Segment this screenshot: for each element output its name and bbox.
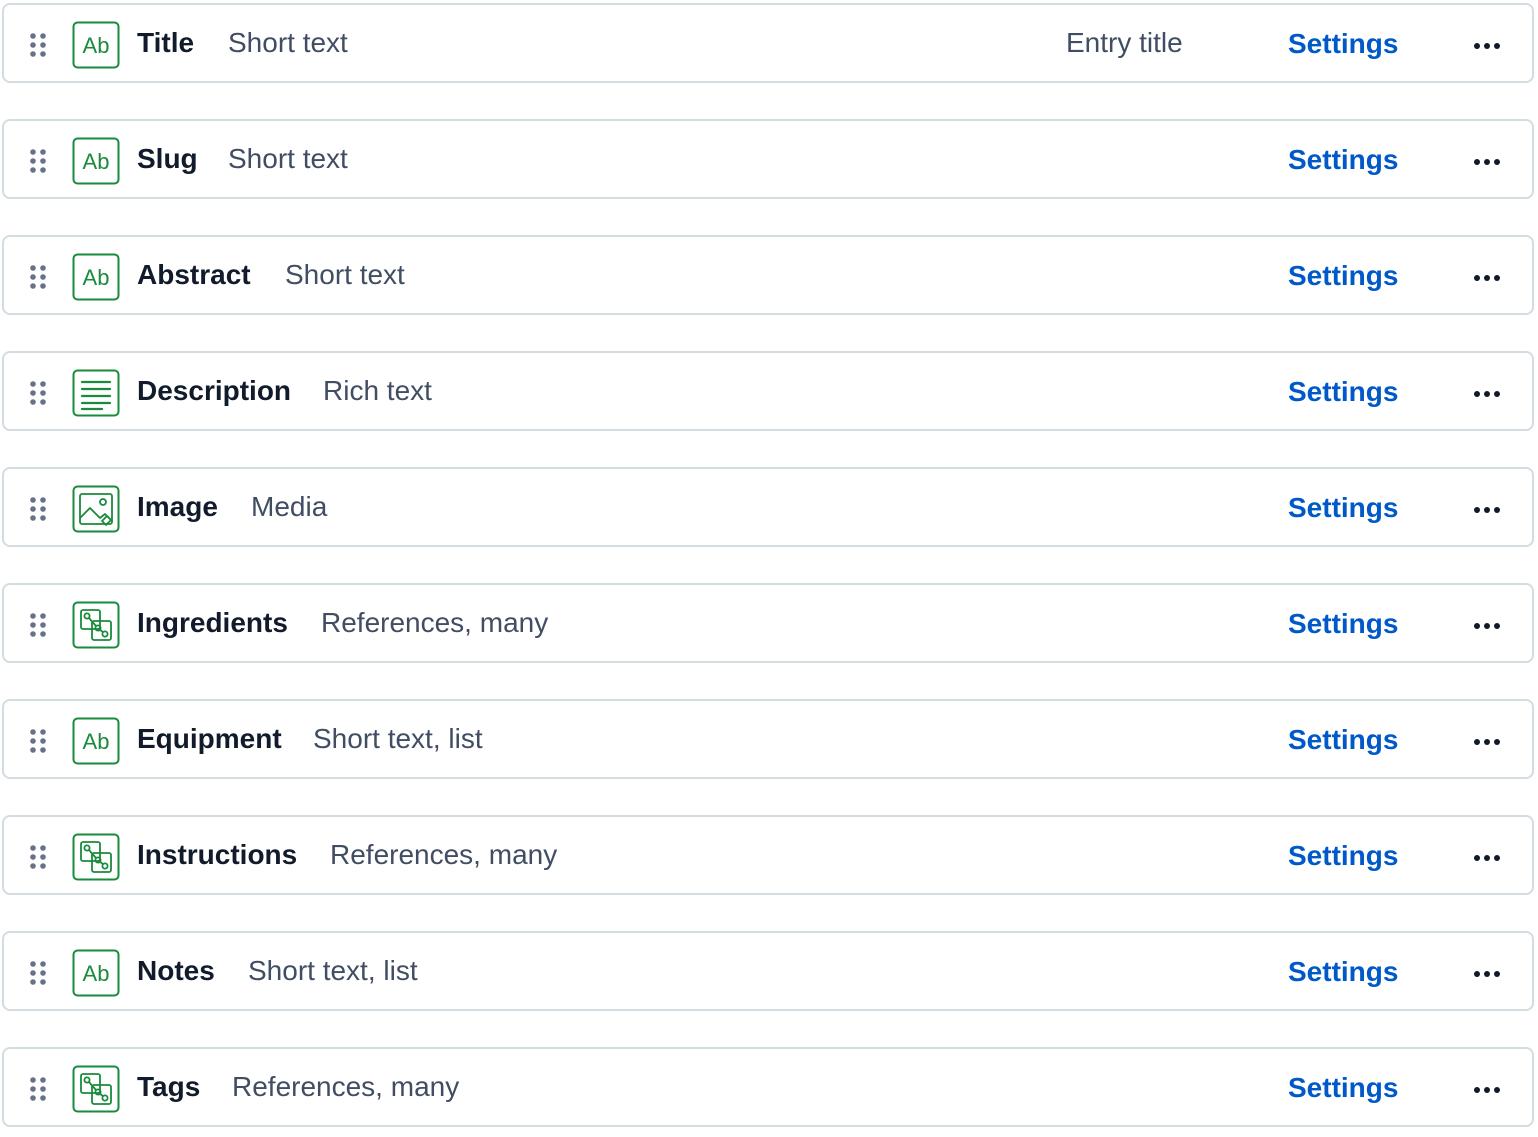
svg-text:Ab: Ab	[83, 961, 110, 986]
field-row-equipment[interactable]: Ab Equipment Short text, list Settings	[2, 699, 1534, 779]
drag-handle-icon[interactable]	[28, 148, 48, 174]
field-row-notes[interactable]: Ab Notes Short text, list Settings	[2, 931, 1534, 1011]
settings-button[interactable]: Settings	[1288, 701, 1398, 779]
settings-button[interactable]: Settings	[1288, 585, 1398, 663]
more-options-icon[interactable]	[1464, 497, 1506, 519]
drag-handle-icon[interactable]	[28, 32, 48, 58]
text-ab-icon: Ab	[72, 949, 120, 997]
field-name: Instructions	[137, 839, 298, 870]
field-row-tags[interactable]: Tags References, many Settings	[2, 1047, 1534, 1127]
drag-handle-icon[interactable]	[28, 728, 48, 754]
references-icon	[72, 833, 120, 881]
settings-button[interactable]: Settings	[1288, 817, 1398, 895]
field-type: Media	[251, 491, 328, 522]
field-type: Short text, list	[248, 955, 418, 986]
references-icon	[72, 601, 120, 649]
field-name: Equipment	[137, 723, 282, 754]
text-ab-icon: Ab	[72, 21, 120, 69]
field-type: Short text	[228, 143, 348, 174]
settings-button[interactable]: Settings	[1288, 933, 1398, 1011]
field-name: Ingredients	[137, 607, 288, 638]
field-type: Short text, list	[313, 723, 483, 754]
field-name: Title	[137, 27, 195, 58]
more-options-icon[interactable]	[1464, 613, 1506, 635]
field-name: Tags	[137, 1071, 201, 1102]
drag-handle-icon[interactable]	[28, 612, 48, 638]
field-name: Abstract	[137, 259, 251, 290]
drag-handle-icon[interactable]	[28, 844, 48, 870]
field-row-description[interactable]: Description Rich text Settings	[2, 351, 1534, 431]
settings-button[interactable]: Settings	[1288, 237, 1398, 315]
more-options-icon[interactable]	[1464, 265, 1506, 287]
field-row-title[interactable]: Ab Title Short text Entry title Settings	[2, 3, 1534, 83]
field-type: References, many	[330, 839, 558, 870]
field-name: Notes	[137, 955, 215, 986]
field-row-slug[interactable]: Ab Slug Short text Settings	[2, 119, 1534, 199]
drag-handle-icon[interactable]	[28, 960, 48, 986]
settings-button[interactable]: Settings	[1288, 1049, 1398, 1127]
settings-button[interactable]: Settings	[1288, 5, 1398, 83]
field-row-image[interactable]: Image Media Settings	[2, 467, 1534, 547]
field-row-abstract[interactable]: Ab Abstract Short text Settings	[2, 235, 1534, 315]
field-type: Short text	[228, 27, 348, 58]
drag-handle-icon[interactable]	[28, 380, 48, 406]
drag-handle-icon[interactable]	[28, 264, 48, 290]
text-ab-icon: Ab	[72, 717, 120, 765]
drag-handle-icon[interactable]	[28, 496, 48, 522]
settings-button[interactable]: Settings	[1288, 469, 1398, 547]
rich-text-icon	[72, 369, 120, 417]
field-type: References, many	[232, 1071, 460, 1102]
more-options-icon[interactable]	[1464, 1077, 1506, 1099]
svg-text:Ab: Ab	[83, 33, 110, 58]
svg-text:Ab: Ab	[83, 149, 110, 174]
text-ab-icon: Ab	[72, 253, 120, 301]
entry-title-badge: Entry title	[1066, 27, 1183, 58]
drag-handle-icon[interactable]	[28, 1076, 48, 1102]
more-options-icon[interactable]	[1464, 961, 1506, 983]
more-options-icon[interactable]	[1464, 149, 1506, 171]
field-name: Description	[137, 375, 292, 406]
content-model-field-list: Ab Title Short text Entry title Settings…	[0, 0, 1538, 1137]
more-options-icon[interactable]	[1464, 33, 1506, 55]
svg-text:Ab: Ab	[83, 729, 110, 754]
more-options-icon[interactable]	[1464, 729, 1506, 751]
more-options-icon[interactable]	[1464, 381, 1506, 403]
svg-text:Ab: Ab	[83, 265, 110, 290]
field-row-instructions[interactable]: Instructions References, many Settings	[2, 815, 1534, 895]
field-row-ingredients[interactable]: Ingredients References, many Settings	[2, 583, 1534, 663]
field-name: Image	[137, 491, 218, 522]
field-type: Short text	[285, 259, 405, 290]
field-name: Slug	[137, 143, 198, 174]
references-icon	[72, 1065, 120, 1113]
settings-button[interactable]: Settings	[1288, 121, 1398, 199]
field-type: Rich text	[323, 375, 432, 406]
settings-button[interactable]: Settings	[1288, 353, 1398, 431]
more-options-icon[interactable]	[1464, 845, 1506, 867]
media-image-icon	[72, 485, 120, 533]
text-ab-icon: Ab	[72, 137, 120, 185]
field-type: References, many	[321, 607, 549, 638]
